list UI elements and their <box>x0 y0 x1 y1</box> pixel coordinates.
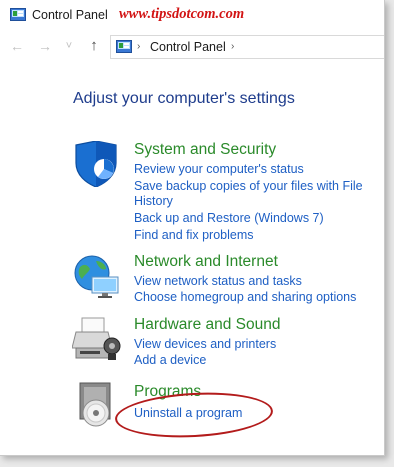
link-backup-restore[interactable]: Back up and Restore (Windows 7) <box>134 211 324 225</box>
link-homegroup-sharing[interactable]: Choose homegroup and sharing options <box>134 290 356 304</box>
category-title[interactable]: Hardware and Sound <box>134 316 281 334</box>
control-panel-icon <box>116 40 132 53</box>
breadcrumb-control-panel[interactable]: Control Panel <box>150 40 226 54</box>
link-save-backup[interactable]: Save backup copies of your files with Fi… <box>134 179 363 193</box>
navigation-bar: ← → ˅ ↑ › Control Panel › <box>0 34 384 60</box>
watermark: www.tipsdotcom.com <box>119 6 245 22</box>
recent-locations-button[interactable]: ˅ <box>61 37 77 55</box>
category-title[interactable]: System and Security <box>134 141 276 159</box>
link-find-fix-problems[interactable]: Find and fix problems <box>134 228 254 242</box>
printer-icon <box>72 317 121 360</box>
network-globe-icon <box>74 255 119 298</box>
shield-icon <box>75 141 117 187</box>
control-panel-window: Control Panel www.tipsdotcom.com ← → ˅ ↑… <box>0 0 385 456</box>
breadcrumb-separator-icon[interactable]: › <box>137 39 140 55</box>
window-title: Control Panel <box>32 8 108 22</box>
back-button[interactable]: ← <box>9 37 25 55</box>
category-title[interactable]: Network and Internet <box>134 253 278 271</box>
page-heading: Adjust your computer's settings <box>73 90 295 107</box>
forward-button[interactable]: → <box>37 37 53 55</box>
address-bar[interactable]: › Control Panel › <box>110 35 384 59</box>
link-save-backup-continued[interactable]: History <box>134 194 173 208</box>
breadcrumb-separator-icon[interactable]: › <box>231 39 234 55</box>
link-add-device[interactable]: Add a device <box>134 353 206 367</box>
up-button[interactable]: ↑ <box>86 37 102 55</box>
link-review-status[interactable]: Review your computer's status <box>134 162 304 176</box>
link-network-status[interactable]: View network status and tasks <box>134 274 302 288</box>
link-devices-printers[interactable]: View devices and printers <box>134 337 276 351</box>
title-bar: Control Panel www.tipsdotcom.com <box>0 0 384 30</box>
control-panel-icon <box>10 8 26 21</box>
